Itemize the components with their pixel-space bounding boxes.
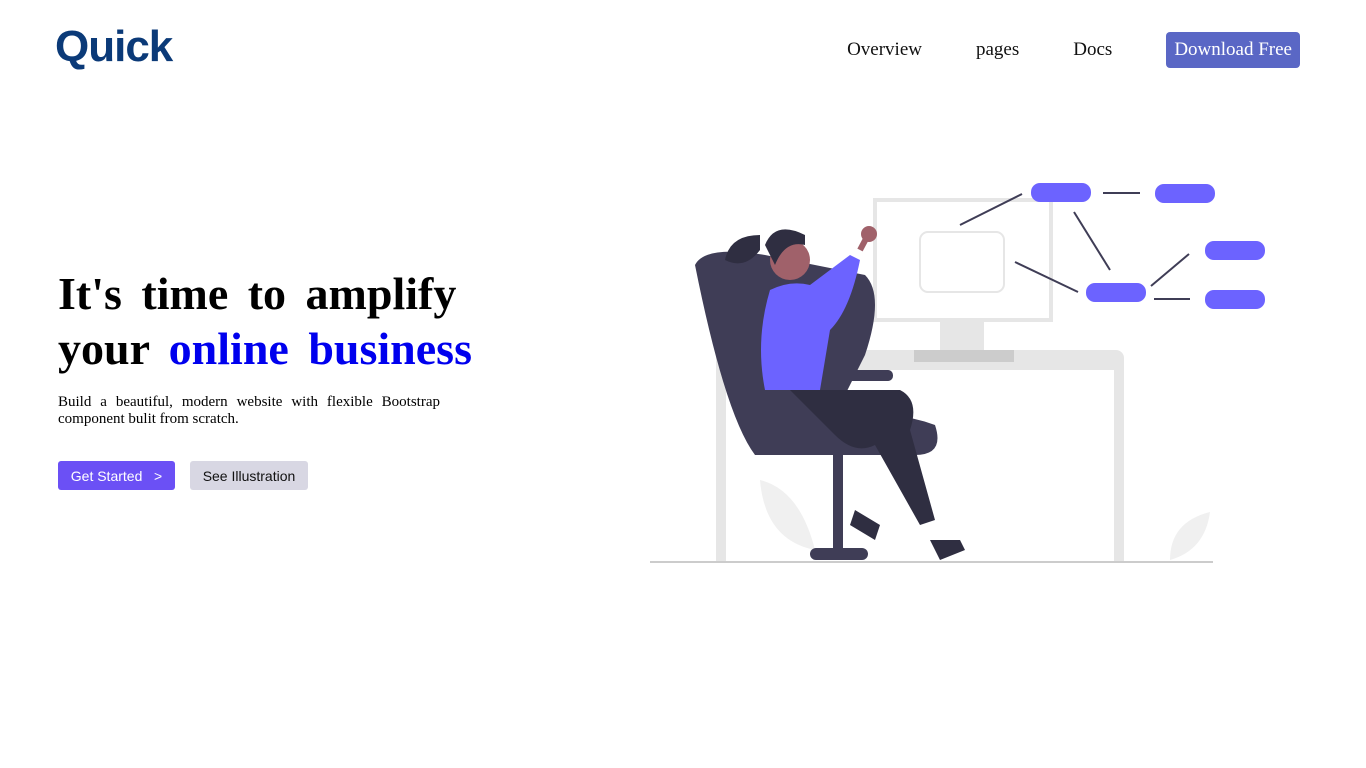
get-started-button[interactable]: Get Started >: [58, 461, 175, 490]
chevron-right-icon: >: [154, 467, 163, 484]
download-free-button[interactable]: Download Free: [1166, 32, 1300, 68]
nav-pages[interactable]: pages: [976, 39, 1019, 61]
logo[interactable]: Quick: [55, 22, 173, 72]
title-line-2: your: [58, 323, 150, 374]
hero-title: It's time to amplify your online business: [58, 266, 472, 376]
nav-docs[interactable]: Docs: [1073, 39, 1112, 61]
diagram-nodes: [1031, 183, 1265, 309]
top-nav: Overview pages Docs Download Free: [847, 32, 1300, 68]
see-illustration-button[interactable]: See Illustration: [190, 461, 308, 490]
get-started-label: Get Started: [70, 467, 143, 484]
title-highlight: online business: [168, 323, 472, 374]
nav-overview[interactable]: Overview: [847, 39, 922, 61]
hero-illustration: [650, 183, 1265, 563]
hero-subtitle: Build a beautiful, modern website with f…: [58, 394, 440, 427]
title-line-1: It's time to amplify: [58, 268, 457, 319]
